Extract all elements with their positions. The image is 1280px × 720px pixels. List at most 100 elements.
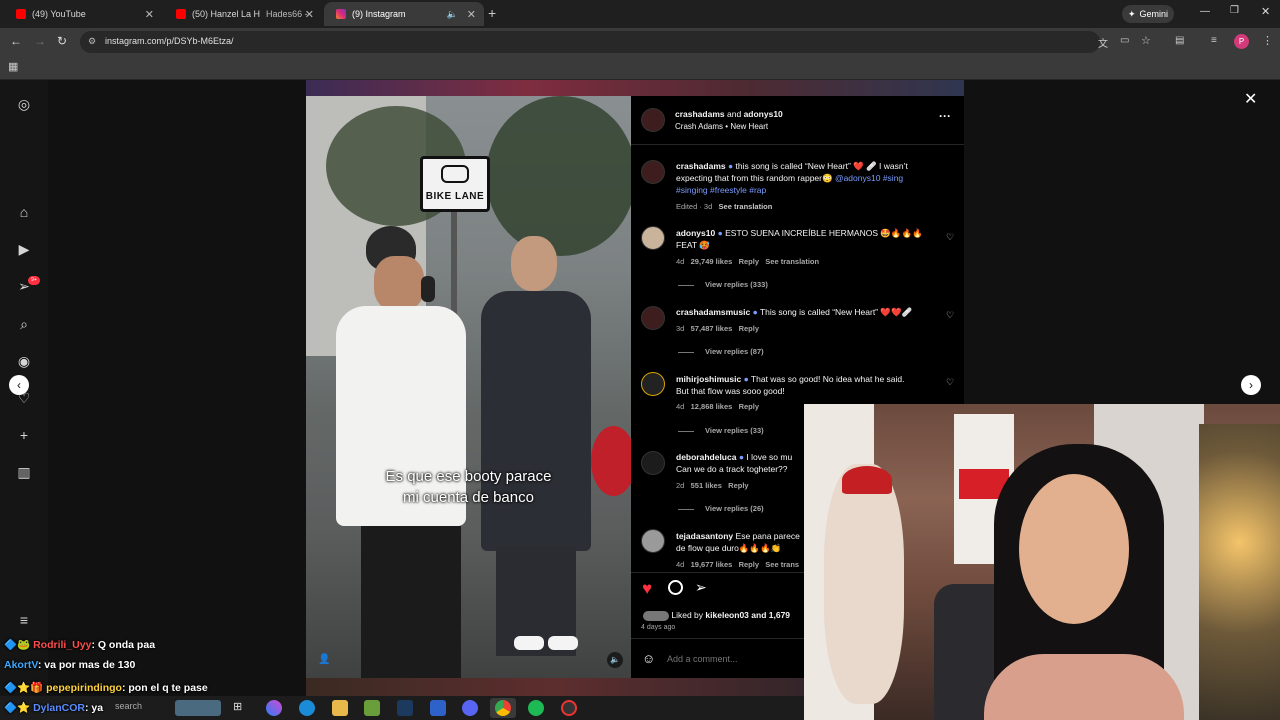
widget-thumbnail[interactable]: [175, 700, 221, 716]
spotify-icon[interactable]: [528, 700, 544, 716]
chrome-icon[interactable]: [495, 700, 511, 716]
liked-by-count[interactable]: and 1,679: [751, 610, 790, 620]
hashtag-link[interactable]: #sing: [883, 173, 903, 183]
new-tab-icon[interactable]: +: [488, 5, 496, 21]
comment-likes[interactable]: 57,487 likes: [691, 324, 733, 333]
comment-user[interactable]: mihirjoshimusic: [676, 374, 741, 384]
reply-button[interactable]: Reply: [728, 481, 748, 490]
reply-button[interactable]: Reply: [739, 324, 759, 333]
app-icon[interactable]: [364, 700, 380, 716]
view-replies-button[interactable]: View replies (33): [705, 426, 764, 435]
more-options-icon[interactable]: ···: [939, 109, 951, 123]
discord-icon[interactable]: [462, 700, 478, 716]
like-comment-icon[interactable]: ♡: [946, 232, 954, 243]
next-post-button[interactable]: ›: [1241, 375, 1261, 395]
add-comment-input[interactable]: [667, 652, 817, 666]
store-icon[interactable]: [430, 700, 446, 716]
bookmark-star-icon[interactable]: ☆: [1141, 34, 1151, 47]
comment-user[interactable]: crashadamsmusic: [676, 307, 750, 317]
like-comment-icon[interactable]: ♡: [946, 377, 954, 388]
view-replies-button[interactable]: View replies (26): [705, 504, 764, 513]
home-icon[interactable]: ⌂: [16, 204, 32, 220]
avatar[interactable]: [641, 529, 665, 553]
back-icon[interactable]: ←: [10, 34, 22, 48]
comment-likes[interactable]: 551 likes: [691, 481, 722, 490]
profile-avatar[interactable]: P: [1234, 34, 1249, 49]
close-icon[interactable]: ✕: [467, 8, 476, 21]
audio-info[interactable]: Crash Adams • New Heart: [675, 121, 768, 133]
taskbar-search[interactable]: search: [115, 701, 142, 711]
comment-user[interactable]: tejadasantony: [676, 531, 733, 541]
close-icon[interactable]: ✕: [305, 8, 314, 21]
gemini-button[interactable]: ✦ Gemini: [1122, 5, 1174, 23]
search-icon[interactable]: ⌕: [16, 316, 32, 332]
chat-username[interactable]: pepepirindingo: [46, 682, 122, 694]
caption-user[interactable]: crashadams: [676, 161, 726, 171]
window-close-icon[interactable]: ✕: [1261, 5, 1270, 18]
comment-likes[interactable]: 12,868 likes: [691, 402, 733, 411]
instagram-icon[interactable]: ◎: [16, 96, 32, 112]
collaborator-link[interactable]: adonys10: [744, 109, 783, 119]
liked-by-user[interactable]: kikeleon03: [705, 610, 748, 620]
file-explorer-icon[interactable]: [332, 700, 348, 716]
tab-instagram[interactable]: (9) Instagram 🔈 ✕: [324, 2, 484, 26]
close-icon[interactable]: ✕: [145, 8, 154, 21]
more-icon[interactable]: ≡: [16, 612, 32, 628]
cast-icon[interactable]: ▭: [1120, 35, 1129, 46]
avatar[interactable]: [641, 306, 665, 330]
post-video[interactable]: BIKE LANE Es que ese booty parace mi cue…: [306, 96, 631, 678]
copilot-icon[interactable]: [266, 700, 282, 716]
translate-icon[interactable]: 文: [1098, 35, 1108, 50]
create-icon[interactable]: +: [16, 427, 32, 443]
like-post-icon[interactable]: ♥: [642, 579, 652, 599]
media-icon[interactable]: ≡: [1211, 35, 1217, 46]
view-replies-button[interactable]: View replies (333): [705, 280, 768, 289]
reels-icon[interactable]: ▶: [16, 241, 32, 257]
see-translation-link[interactable]: See trans: [765, 560, 799, 569]
obs-icon[interactable]: [561, 700, 577, 716]
reply-button[interactable]: Reply: [739, 402, 759, 411]
chat-username[interactable]: DylanCOR: [33, 702, 85, 714]
view-replies-button[interactable]: View replies (87): [705, 347, 764, 356]
tab-hanzel[interactable]: (50) Hanzel La H Hades66 - ✕: [164, 2, 322, 26]
hashtag-links[interactable]: #singing #freestyle #rap: [676, 184, 956, 196]
forward-icon[interactable]: →: [34, 34, 46, 48]
chat-username[interactable]: AkortV: [4, 659, 38, 671]
restore-icon[interactable]: ❐: [1230, 5, 1239, 16]
tagged-user-icon[interactable]: 👤: [318, 654, 330, 665]
previous-post-button[interactable]: ‹: [9, 375, 29, 395]
site-info-icon[interactable]: ⚙: [88, 36, 96, 47]
avatar[interactable]: [641, 451, 665, 475]
close-modal-icon[interactable]: ✕: [1244, 89, 1257, 109]
like-comment-icon[interactable]: ♡: [946, 310, 954, 321]
see-translation-link[interactable]: See translation: [719, 202, 773, 211]
minimize-icon[interactable]: —: [1200, 6, 1210, 17]
avatar[interactable]: [641, 108, 665, 132]
author-link[interactable]: crashadams: [675, 109, 725, 119]
apps-grid-icon[interactable]: ▦: [8, 60, 18, 73]
chat-username[interactable]: Rodrili_Uyy: [33, 639, 91, 651]
emoji-icon[interactable]: ☺: [642, 651, 655, 666]
speaker-icon[interactable]: 🔈: [447, 9, 458, 20]
mention-link[interactable]: @adonys10: [835, 173, 881, 183]
explore-icon[interactable]: ◉: [16, 353, 32, 369]
task-view-icon[interactable]: ⊞: [233, 700, 249, 716]
share-icon[interactable]: ➢: [695, 579, 707, 596]
see-translation-link[interactable]: See translation: [765, 257, 819, 266]
mute-icon[interactable]: 🔈: [607, 652, 623, 668]
avatar[interactable]: [641, 226, 665, 250]
tab-youtube[interactable]: (49) YouTube ✕: [4, 2, 162, 26]
sidepanel-icon[interactable]: ▤: [1175, 35, 1184, 46]
url-text[interactable]: instagram.com/p/DSYb-M6Etza/: [105, 36, 234, 46]
reply-button[interactable]: Reply: [739, 560, 759, 569]
avatar[interactable]: [641, 160, 665, 184]
avatar[interactable]: [641, 372, 665, 396]
reload-icon[interactable]: ↻: [57, 34, 67, 48]
dashboard-icon[interactable]: ▥: [16, 464, 32, 480]
comment-user[interactable]: adonys10: [676, 228, 715, 238]
omnibox[interactable]: ⚙ instagram.com/p/DSYb-M6Etza/ 文 ▭ ☆: [80, 31, 1151, 53]
comment-likes[interactable]: 19,677 likes: [691, 560, 733, 569]
menu-kebab-icon[interactable]: ⋮: [1262, 34, 1273, 47]
comment-icon[interactable]: [668, 580, 683, 595]
comment-user[interactable]: deborahdeluca: [676, 452, 736, 462]
